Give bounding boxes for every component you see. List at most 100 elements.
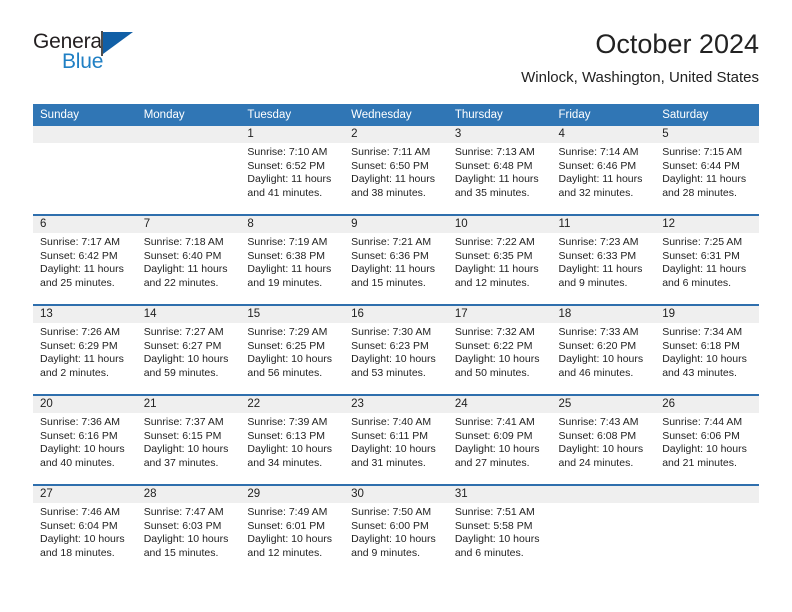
daylight-text: Daylight: 10 hours and 40 minutes. [40, 443, 125, 469]
day-number: 10 [447, 216, 552, 233]
calendar-day-cell[interactable]: 18 Sunrise: 7:33 AM Sunset: 6:20 PM Dayligh… [551, 304, 656, 395]
calendar-day-cell[interactable]: 14 Sunrise: 7:27 AM Sunset: 6:27 PM Dayligh… [136, 304, 241, 395]
calendar-day-cell[interactable]: 8 Sunrise: 7:19 AM Sunset: 6:38 PM Daylight… [240, 214, 345, 305]
sunrise-text: Sunrise: 7:32 AM [454, 326, 535, 338]
day-number: 4 [551, 126, 656, 143]
day-number: 13 [33, 306, 137, 323]
calendar-day-cell[interactable]: 10 Sunrise: 7:22 AM Sunset: 6:35 PM Dayligh… [447, 214, 552, 305]
day-cell-details: Sunrise: 7:29 AM Sunset: 6:25 PM Daylight:… [240, 323, 344, 380]
daylight-text: Daylight: 11 hours and 6 minutes. [662, 263, 747, 289]
day-cell-details: Sunrise: 7:32 AM Sunset: 6:22 PM Daylight:… [448, 323, 552, 380]
calendar-day-cell[interactable]: 26 Sunrise: 7:44 AM Sunset: 6:06 PM Dayligh… [655, 394, 759, 485]
calendar-day-cell[interactable]: 22 Sunrise: 7:39 AM Sunset: 6:13 PM Dayligh… [240, 394, 345, 485]
day-number: 22 [240, 396, 345, 413]
daylight-text: Daylight: 11 hours and 19 minutes. [247, 263, 332, 289]
daylight-text: Daylight: 11 hours and 32 minutes. [558, 173, 643, 199]
sunrise-text: Sunrise: 7:19 AM [247, 236, 328, 248]
day-cell-details: Sunrise: 7:22 AM Sunset: 6:35 PM Daylight:… [448, 233, 552, 290]
daylight-text: Daylight: 10 hours and 27 minutes. [454, 443, 540, 469]
daylight-text: Daylight: 11 hours and 28 minutes. [662, 173, 747, 199]
day-cell-inner: 18 Sunrise: 7:33 AM Sunset: 6:20 PM Dayligh… [551, 306, 656, 394]
daylight-text: Daylight: 10 hours and 46 minutes. [558, 353, 644, 379]
sunset-text: Sunset: 6:03 PM [143, 519, 222, 532]
sunrise-sunset-calendar: Sunday Monday Tuesday Wednesday Thursday… [33, 104, 759, 574]
calendar-day-cell[interactable]: 15 Sunrise: 7:29 AM Sunset: 6:25 PM Dayligh… [240, 304, 345, 395]
calendar-day-cell[interactable]: 29 Sunrise: 7:49 AM Sunset: 6:01 PM Dayligh… [240, 484, 345, 574]
calendar-day-cell[interactable]: 5 Sunrise: 7:15 AM Sunset: 6:44 PM Daylight… [655, 126, 759, 215]
sunrise-text: Sunrise: 7:47 AM [143, 506, 224, 518]
sunset-text: Sunset: 6:36 PM [351, 249, 429, 262]
calendar-day-cell[interactable]: 4 Sunrise: 7:14 AM Sunset: 6:46 PM Daylight… [551, 126, 656, 215]
calendar-day-cell[interactable]: 28 Sunrise: 7:47 AM Sunset: 6:03 PM Dayligh… [136, 484, 241, 574]
daylight-text: Daylight: 10 hours and 18 minutes. [40, 533, 125, 559]
sunset-text: Sunset: 6:27 PM [143, 339, 222, 352]
weekday-header-tuesday: Tuesday [240, 104, 345, 126]
sunrise-text: Sunrise: 7:41 AM [454, 416, 535, 428]
calendar-day-cell[interactable]: 9 Sunrise: 7:21 AM Sunset: 6:36 PM Daylight… [344, 214, 448, 305]
calendar-week-row: 27 Sunrise: 7:46 AM Sunset: 6:04 PM Dayligh… [33, 484, 759, 574]
calendar-day-cell[interactable]: 13 Sunrise: 7:26 AM Sunset: 6:29 PM Dayligh… [33, 304, 137, 395]
day-cell-inner: 23 Sunrise: 7:40 AM Sunset: 6:11 PM Dayligh… [344, 396, 448, 484]
daylight-text: Daylight: 10 hours and 56 minutes. [247, 353, 333, 379]
calendar-day-cell[interactable]: 11 Sunrise: 7:23 AM Sunset: 6:33 PM Dayligh… [551, 214, 656, 305]
sunset-text: Sunset: 6:11 PM [351, 429, 428, 442]
sunset-text: Sunset: 6:23 PM [351, 339, 429, 352]
calendar-day-cell[interactable]: 25 Sunrise: 7:43 AM Sunset: 6:08 PM Dayligh… [551, 394, 656, 485]
sunset-text: Sunset: 6:04 PM [40, 519, 118, 532]
calendar-day-cell[interactable]: 31 Sunrise: 7:51 AM Sunset: 5:58 PM Dayligh… [447, 484, 552, 574]
calendar-day-cell[interactable]: 7 Sunrise: 7:18 AM Sunset: 6:40 PM Daylight… [136, 214, 241, 305]
sunrise-text: Sunrise: 7:22 AM [454, 236, 535, 248]
day-cell-inner: 7 Sunrise: 7:18 AM Sunset: 6:40 PM Daylight… [136, 216, 241, 304]
day-number: 26 [655, 396, 759, 413]
sunset-text: Sunset: 5:58 PM [454, 519, 533, 532]
sunset-text: Sunset: 6:01 PM [247, 519, 326, 532]
daylight-text: Daylight: 11 hours and 22 minutes. [143, 263, 228, 289]
sunrise-text: Sunrise: 7:11 AM [351, 146, 431, 158]
weekday-header-monday: Monday [136, 104, 241, 126]
day-cell-details: Sunrise: 7:18 AM Sunset: 6:40 PM Daylight:… [137, 233, 241, 290]
calendar-day-cell[interactable]: 24 Sunrise: 7:41 AM Sunset: 6:09 PM Dayligh… [447, 394, 552, 485]
calendar-day-cell[interactable]: 12 Sunrise: 7:25 AM Sunset: 6:31 PM Dayligh… [655, 214, 759, 305]
calendar-day-cell[interactable]: 6 Sunrise: 7:17 AM Sunset: 6:42 PM Daylight… [33, 214, 137, 305]
calendar-day-cell[interactable]: 27 Sunrise: 7:46 AM Sunset: 6:04 PM Dayligh… [33, 484, 137, 574]
day-number: 27 [33, 486, 137, 503]
day-cell-inner: 6 Sunrise: 7:17 AM Sunset: 6:42 PM Daylight… [33, 216, 137, 304]
day-cell-details: Sunrise: 7:40 AM Sunset: 6:11 PM Daylight:… [344, 413, 448, 470]
calendar-week-row: 1 Sunrise: 7:10 AM Sunset: 6:52 PM Daylight… [33, 126, 759, 215]
sunrise-text: Sunrise: 7:51 AM [454, 506, 535, 518]
title-block: October 2024 Winlock, Washington, United… [521, 28, 759, 88]
sunset-text: Sunset: 6:20 PM [558, 339, 637, 352]
day-number: 21 [136, 396, 241, 413]
brand-logo[interactable]: General Blue [33, 30, 183, 78]
sunrise-text: Sunrise: 7:15 AM [662, 146, 743, 158]
day-cell-details: Sunrise: 7:13 AM Sunset: 6:48 PM Daylight:… [448, 143, 552, 200]
calendar-day-cell[interactable]: 3 Sunrise: 7:13 AM Sunset: 6:48 PM Daylight… [447, 126, 552, 215]
calendar-day-cell[interactable]: 23 Sunrise: 7:40 AM Sunset: 6:11 PM Dayligh… [344, 394, 448, 485]
day-number: 7 [136, 216, 241, 233]
calendar-day-cell[interactable]: 19 Sunrise: 7:34 AM Sunset: 6:18 PM Dayligh… [655, 304, 759, 395]
day-cell-inner: 27 Sunrise: 7:46 AM Sunset: 6:04 PM Dayligh… [33, 486, 137, 574]
sunset-text: Sunset: 6:29 PM [40, 339, 118, 352]
day-cell-details: Sunrise: 7:23 AM Sunset: 6:33 PM Daylight:… [552, 233, 656, 290]
daylight-text: Daylight: 11 hours and 2 minutes. [40, 353, 124, 379]
calendar-day-cell[interactable]: 21 Sunrise: 7:37 AM Sunset: 6:15 PM Dayligh… [136, 394, 241, 485]
sunset-text: Sunset: 6:35 PM [454, 249, 533, 262]
calendar-week-row: 6 Sunrise: 7:17 AM Sunset: 6:42 PM Daylight… [33, 214, 759, 305]
calendar-day-cell[interactable]: 30 Sunrise: 7:50 AM Sunset: 6:00 PM Dayligh… [344, 484, 448, 574]
day-number: 1 [240, 126, 345, 143]
calendar-day-cell[interactable]: 2 Sunrise: 7:11 AM Sunset: 6:50 PM Daylight… [344, 126, 448, 215]
day-number: 19 [655, 306, 759, 323]
day-number: 15 [240, 306, 345, 323]
calendar-day-cell[interactable]: 1 Sunrise: 7:10 AM Sunset: 6:52 PM Daylight… [240, 126, 345, 215]
day-cell-inner: 21 Sunrise: 7:37 AM Sunset: 6:15 PM Dayligh… [136, 396, 241, 484]
calendar-day-cell[interactable]: 16 Sunrise: 7:30 AM Sunset: 6:23 PM Dayligh… [344, 304, 448, 395]
calendar-day-cell[interactable]: 17 Sunrise: 7:32 AM Sunset: 6:22 PM Dayligh… [447, 304, 552, 395]
sunset-text: Sunset: 6:42 PM [40, 249, 118, 262]
daylight-text: Daylight: 10 hours and 15 minutes. [143, 533, 229, 559]
calendar-body: 1 Sunrise: 7:10 AM Sunset: 6:52 PM Daylight… [33, 126, 759, 574]
day-number: 2 [344, 126, 448, 143]
weekday-header-wednesday: Wednesday [344, 104, 448, 126]
day-cell-inner [551, 486, 656, 574]
day-cell-details: Sunrise: 7:33 AM Sunset: 6:20 PM Daylight:… [552, 323, 656, 380]
calendar-day-cell[interactable]: 20 Sunrise: 7:36 AM Sunset: 6:16 PM Dayligh… [33, 394, 137, 485]
